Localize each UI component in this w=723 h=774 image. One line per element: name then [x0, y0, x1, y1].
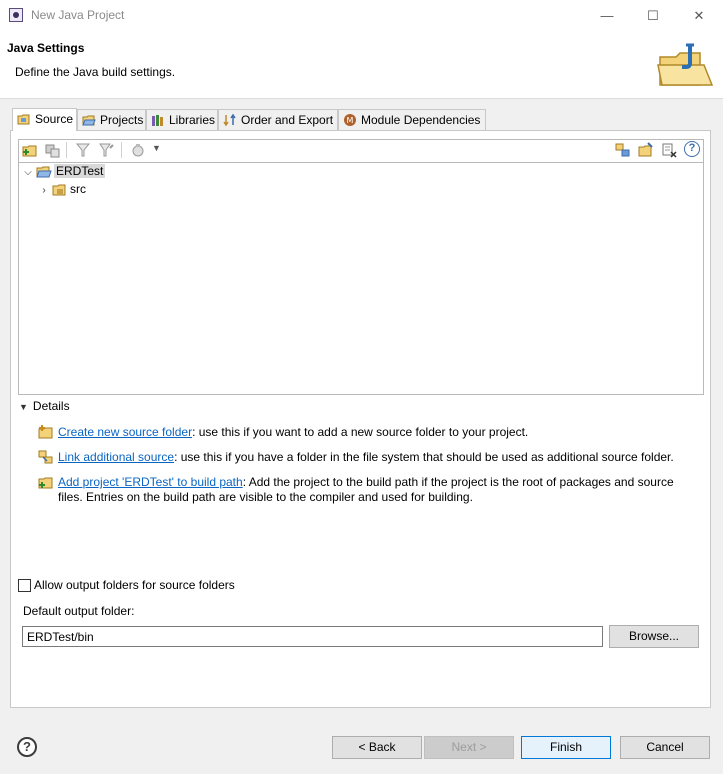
tab-order-export-label: Order and Export [241, 113, 334, 127]
order-export-icon [223, 113, 237, 127]
link-folder-icon [38, 449, 54, 465]
minimize-button[interactable]: — [584, 0, 630, 31]
tree-src-label: src [70, 182, 86, 196]
toolbar-separator [66, 142, 67, 158]
source-tree [18, 162, 704, 395]
finish-button[interactable]: Finish [521, 736, 611, 759]
chevron-down-icon: ▼ [19, 402, 28, 412]
tab-projects-label: Projects [100, 113, 144, 127]
filter-icon[interactable] [75, 142, 91, 158]
add-project-to-build-path-link[interactable]: Add project 'ERDTest' to build path [58, 475, 243, 489]
tab-order-and-export[interactable]: Order and Export [218, 109, 338, 130]
tree-row-src[interactable]: › src [38, 180, 86, 198]
filter-edit-icon[interactable] [98, 142, 114, 158]
window-title: New Java Project [31, 8, 125, 22]
add-project-icon [38, 474, 54, 490]
link-additional-source-link[interactable]: Link additional source [58, 450, 174, 464]
eclipse-app-icon [9, 8, 23, 22]
add-folder-icon[interactable] [22, 142, 38, 158]
detail-add-project-text: : Add the project to the build path if t… [242, 475, 674, 489]
tab-libraries[interactable]: Libraries [146, 109, 218, 130]
toolbar-separator [121, 142, 122, 158]
help-icon[interactable]: ? [684, 141, 700, 157]
java-project-folder-icon [656, 43, 714, 89]
create-folder-icon [38, 424, 54, 440]
chevron-down-icon[interactable]: ▼ [152, 143, 161, 153]
close-button[interactable]: ✕ [676, 0, 722, 31]
browse-button[interactable]: Browse... [609, 625, 699, 648]
page-description: Define the Java build settings. [15, 65, 176, 79]
details-section-toggle[interactable]: ▼ Details [19, 399, 70, 413]
link-source-icon[interactable] [44, 142, 60, 158]
chevron-right-icon[interactable]: › [38, 182, 50, 200]
tab-projects[interactable]: Projects [77, 109, 146, 130]
detail-link-source-text: : use this if you have a folder in the f… [174, 450, 674, 464]
java-project-icon [36, 164, 52, 180]
allow-output-folders-label: Allow output folders for source folders [34, 578, 235, 592]
next-button[interactable]: Next > [424, 736, 514, 759]
libraries-icon [151, 113, 165, 127]
module-icon: M [343, 113, 357, 127]
source-attachment-icon[interactable] [638, 142, 654, 158]
add-java-source-icon[interactable] [615, 142, 631, 158]
configure-icon[interactable] [130, 142, 146, 158]
tab-module-label: Module Dependencies [361, 113, 481, 127]
tab-libraries-label: Libraries [169, 113, 216, 127]
details-title: Details [32, 399, 70, 413]
source-folder-icon [17, 112, 31, 126]
default-output-folder-label: Default output folder: [23, 604, 135, 618]
tab-source-label: Source [35, 112, 74, 126]
projects-icon [82, 113, 96, 127]
tree-row-root[interactable]: ⌵ ERDTest [22, 162, 106, 182]
maximize-button[interactable]: ☐ [630, 0, 676, 31]
detail-add-project-text2: files. Entries on the build path are vis… [58, 490, 473, 504]
detail-create-folder: Create new source folder: use this if yo… [58, 425, 528, 440]
package-folder-icon [52, 182, 68, 198]
detail-add-project: Add project 'ERDTest' to build path: Add… [58, 475, 708, 505]
create-new-source-folder-link[interactable]: Create new source folder [58, 425, 192, 439]
remove-icon[interactable] [661, 142, 677, 158]
page-title: Java Settings [7, 41, 85, 55]
allow-output-folders-checkbox[interactable] [18, 579, 31, 592]
cancel-button[interactable]: Cancel [620, 736, 710, 759]
tab-module-dependencies[interactable]: M Module Dependencies [338, 109, 486, 130]
detail-create-folder-text: : use this if you want to add a new sour… [192, 425, 529, 439]
chevron-down-icon[interactable]: ⌵ [22, 164, 34, 182]
default-output-folder-input[interactable] [22, 626, 603, 647]
tree-root-label: ERDTest [54, 164, 106, 178]
back-button[interactable]: < Back [332, 736, 422, 759]
tab-source[interactable]: Source [12, 108, 77, 131]
svg-text:M: M [347, 116, 354, 125]
detail-link-source: Link additional source: use this if you … [58, 450, 674, 465]
help-icon[interactable]: ? [17, 737, 37, 757]
